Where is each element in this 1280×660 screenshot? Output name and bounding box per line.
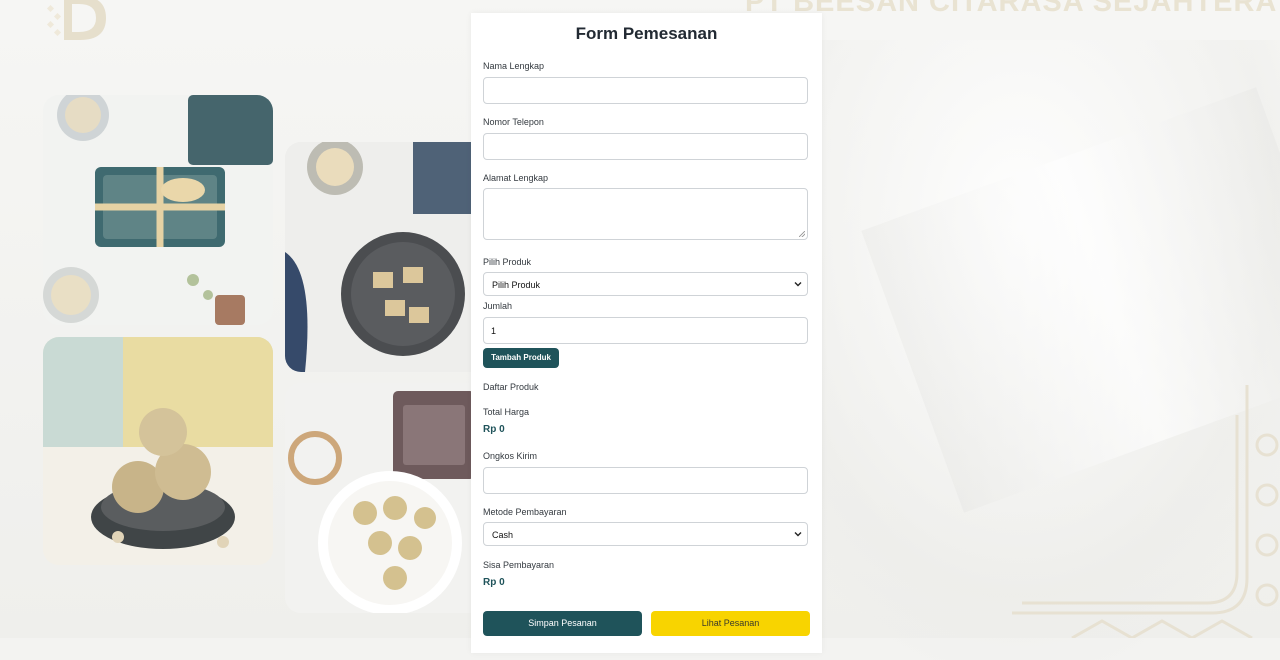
product-photo-pastry-plate xyxy=(285,383,475,613)
remaining-payment-label: Sisa Pembayaran xyxy=(483,560,555,570)
total-price-value: Rp 0 xyxy=(483,424,505,435)
address-label: Alamat Lengkap xyxy=(483,173,549,183)
brand-logo-icon xyxy=(46,0,106,40)
shipping-input[interactable] xyxy=(483,467,808,494)
add-product-button[interactable]: Tambah Produk xyxy=(483,348,559,368)
product-photo-gift-box xyxy=(43,95,273,325)
product-photo-pastry-bowl xyxy=(43,337,273,565)
total-price-label: Total Harga xyxy=(483,407,530,417)
quantity-value: 1 xyxy=(491,326,497,336)
payment-method-value: Cash xyxy=(492,530,514,540)
product-label: Pilih Produk xyxy=(483,257,532,267)
order-form: Form Pemesanan Nama Lengkap Nomor Telepo… xyxy=(471,13,822,653)
payment-method-label: Metode Pembayaran xyxy=(483,507,567,517)
product-select[interactable]: Pilih Produk xyxy=(483,272,808,296)
address-textarea[interactable] xyxy=(483,188,808,240)
chevron-down-icon xyxy=(794,532,802,537)
quantity-input[interactable]: 1 xyxy=(483,317,808,344)
payment-method-select[interactable]: Cash xyxy=(483,522,808,546)
product-photo-plate xyxy=(285,142,475,372)
quantity-label: Jumlah xyxy=(483,301,513,311)
form-title: Form Pemesanan xyxy=(575,24,718,43)
full-name-input[interactable] xyxy=(483,77,808,104)
chevron-down-icon xyxy=(794,282,802,287)
full-name-label: Nama Lengkap xyxy=(483,61,545,71)
product-list-label: Daftar Produk xyxy=(483,382,539,392)
phone-input[interactable] xyxy=(483,133,808,160)
shipping-label: Ongkos Kirim xyxy=(483,451,538,461)
save-order-button[interactable]: Simpan Pesanan xyxy=(483,611,642,636)
view-orders-button[interactable]: Lihat Pesanan xyxy=(651,611,810,636)
product-select-value: Pilih Produk xyxy=(492,280,541,290)
company-name: PT BEESAN CITARASA SEJAHTERA xyxy=(745,0,1278,18)
decorative-ornament xyxy=(1012,385,1279,638)
remaining-payment-value: Rp 0 xyxy=(483,577,505,588)
phone-label: Nomor Telepon xyxy=(483,117,544,127)
resize-handle-icon[interactable] xyxy=(799,231,805,237)
